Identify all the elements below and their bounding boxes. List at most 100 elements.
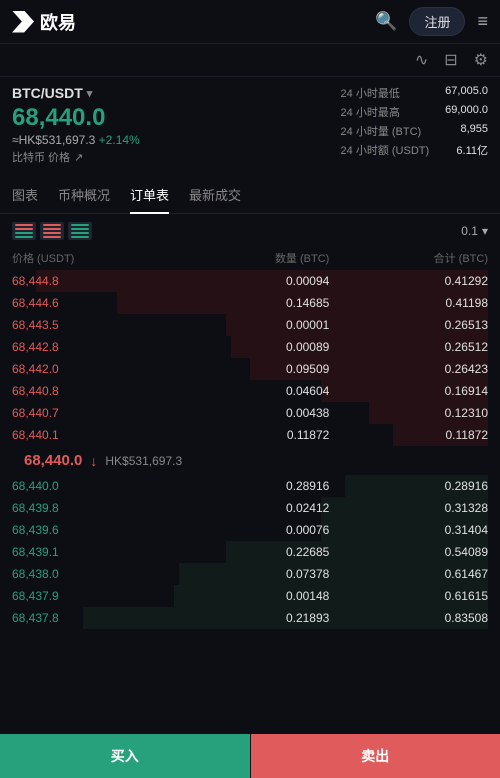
ticker-section: BTC/USDT ▾ 68,440.0 ≈HK$531,697.3 +2.14%… <box>0 77 500 173</box>
ask-rows: 68,444.80.000940.4129268,444.60.146850.4… <box>12 270 488 446</box>
ask-qty: 0.04604 <box>171 384 330 398</box>
bid-qty: 0.00076 <box>171 523 330 537</box>
bid-qty: 0.28916 <box>171 479 330 493</box>
chart-icon[interactable]: ∿ <box>415 50 428 70</box>
ask-total: 0.16914 <box>329 384 488 398</box>
search-icon[interactable]: 🔍 <box>375 11 397 32</box>
ask-total: 0.26423 <box>329 362 488 376</box>
ob-view-icons <box>12 222 92 240</box>
bid-total: 0.31328 <box>329 501 488 515</box>
ask-price: 68,440.7 <box>12 406 171 420</box>
tab-图表[interactable]: 图表 <box>12 177 38 214</box>
logo-icon <box>12 11 34 33</box>
bid-price: 68,439.1 <box>12 545 171 559</box>
header-actions: 🔍 注册 ≡ <box>375 7 488 36</box>
bid-total: 0.31404 <box>329 523 488 537</box>
ask-price: 68,440.8 <box>12 384 171 398</box>
tab-订单表[interactable]: 订单表 <box>130 177 169 214</box>
last-price-value: 68,440.0 <box>24 452 82 469</box>
ask-qty: 0.00094 <box>171 274 330 288</box>
last-price-row: 68,440.0 ↓ HK$531,697.3 <box>12 446 488 475</box>
ask-price: 68,444.6 <box>12 296 171 310</box>
bid-rows: 68,440.00.289160.2891668,439.80.024120.3… <box>12 475 488 629</box>
ob-view-asks[interactable] <box>40 222 64 240</box>
bid-row[interactable]: 68,439.80.024120.31328 <box>12 497 488 519</box>
ask-row[interactable]: 68,440.10.118720.11872 <box>12 424 488 446</box>
ask-price: 68,444.8 <box>12 274 171 288</box>
stat-label: 24 小时额 (USDT) <box>341 142 430 158</box>
ask-qty: 0.14685 <box>171 296 330 310</box>
ask-row[interactable]: 68,442.80.000890.26512 <box>12 336 488 358</box>
header: 欧易 🔍 注册 ≡ <box>0 0 500 44</box>
settings-icon[interactable]: ⚙ <box>474 50 488 70</box>
ticker-pair[interactable]: BTC/USDT ▾ <box>12 85 331 101</box>
bid-price: 68,437.8 <box>12 611 171 625</box>
ticker-hkd: ≈HK$531,697.3 +2.14% <box>12 133 331 147</box>
ob-header: 价格 (USDT) 数量 (BTC) 合计 (BTC) <box>12 248 488 270</box>
stat-label: 24 小时最低 <box>341 85 430 101</box>
bid-price: 68,439.6 <box>12 523 171 537</box>
stat-value: 69,000.0 <box>445 104 488 120</box>
last-price-hkd: HK$531,697.3 <box>105 454 182 468</box>
ticker-label: 比特币 价格 ↗ <box>12 149 331 165</box>
ask-row[interactable]: 68,444.80.000940.41292 <box>12 270 488 292</box>
ticker-left: BTC/USDT ▾ 68,440.0 ≈HK$531,697.3 +2.14%… <box>12 85 331 165</box>
ask-price: 68,442.8 <box>12 340 171 354</box>
bid-row[interactable]: 68,439.60.000760.31404 <box>12 519 488 541</box>
pair-chevron: ▾ <box>87 87 93 100</box>
wallet-icon[interactable]: ⊟ <box>444 50 457 70</box>
tab-最新成交[interactable]: 最新成交 <box>189 177 241 214</box>
bid-row[interactable]: 68,438.00.073780.61467 <box>12 563 488 585</box>
ask-price: 68,440.1 <box>12 428 171 442</box>
tab-币种概况[interactable]: 币种概况 <box>58 177 110 214</box>
stat-label: 24 小时最高 <box>341 104 430 120</box>
ob-view-both[interactable] <box>12 222 36 240</box>
ask-total: 0.26513 <box>329 318 488 332</box>
ask-row[interactable]: 68,442.00.095090.26423 <box>12 358 488 380</box>
bid-row[interactable]: 68,437.90.001480.61615 <box>12 585 488 607</box>
ask-qty: 0.11872 <box>171 428 330 442</box>
bid-qty: 0.07378 <box>171 567 330 581</box>
ask-row[interactable]: 68,440.80.046040.16914 <box>12 380 488 402</box>
ask-total: 0.12310 <box>329 406 488 420</box>
sell-button[interactable]: 卖出 <box>251 734 500 778</box>
last-price-arrow: ↓ <box>90 453 97 469</box>
bid-price: 68,439.8 <box>12 501 171 515</box>
ask-row[interactable]: 68,440.70.004380.12310 <box>12 402 488 424</box>
ticker-stats: 24 小时最低67,005.024 小时最高69,000.024 小时量 (BT… <box>341 85 488 165</box>
bid-total: 0.61615 <box>329 589 488 603</box>
ticker-change: +2.14% <box>99 133 140 147</box>
bid-total: 0.28916 <box>329 479 488 493</box>
bid-total: 0.54089 <box>329 545 488 559</box>
ask-qty: 0.09509 <box>171 362 330 376</box>
ask-price: 68,443.5 <box>12 318 171 332</box>
ask-row[interactable]: 68,443.50.000010.26513 <box>12 314 488 336</box>
ob-controls: 0.1 ▾ <box>0 214 500 248</box>
ask-qty: 0.00089 <box>171 340 330 354</box>
ob-view-bids[interactable] <box>68 222 92 240</box>
bid-row[interactable]: 68,440.00.289160.28916 <box>12 475 488 497</box>
ask-total: 0.11872 <box>329 428 488 442</box>
bid-qty: 0.22685 <box>171 545 330 559</box>
bid-price: 68,437.9 <box>12 589 171 603</box>
ask-row[interactable]: 68,444.60.146850.41198 <box>12 292 488 314</box>
register-button[interactable]: 注册 <box>409 7 465 36</box>
bid-total: 0.61467 <box>329 567 488 581</box>
bid-row[interactable]: 68,439.10.226850.54089 <box>12 541 488 563</box>
tabs: 图表币种概况订单表最新成交 <box>0 177 500 214</box>
buy-button[interactable]: 买入 <box>0 734 250 778</box>
ask-total: 0.41292 <box>329 274 488 288</box>
stat-value: 67,005.0 <box>445 85 488 101</box>
order-book-table: 价格 (USDT) 数量 (BTC) 合计 (BTC) 68,444.80.00… <box>0 248 500 629</box>
external-link-icon[interactable]: ↗ <box>74 151 83 164</box>
stat-value: 8,955 <box>445 123 488 139</box>
bid-price: 68,438.0 <box>12 567 171 581</box>
bid-row[interactable]: 68,437.80.218930.83508 <box>12 607 488 629</box>
bid-total: 0.83508 <box>329 611 488 625</box>
ob-precision-selector[interactable]: 0.1 ▾ <box>461 224 488 238</box>
menu-icon[interactable]: ≡ <box>477 11 488 32</box>
ask-total: 0.26512 <box>329 340 488 354</box>
logo-text: 欧易 <box>40 9 76 35</box>
ask-total: 0.41198 <box>329 296 488 310</box>
bid-qty: 0.21893 <box>171 611 330 625</box>
